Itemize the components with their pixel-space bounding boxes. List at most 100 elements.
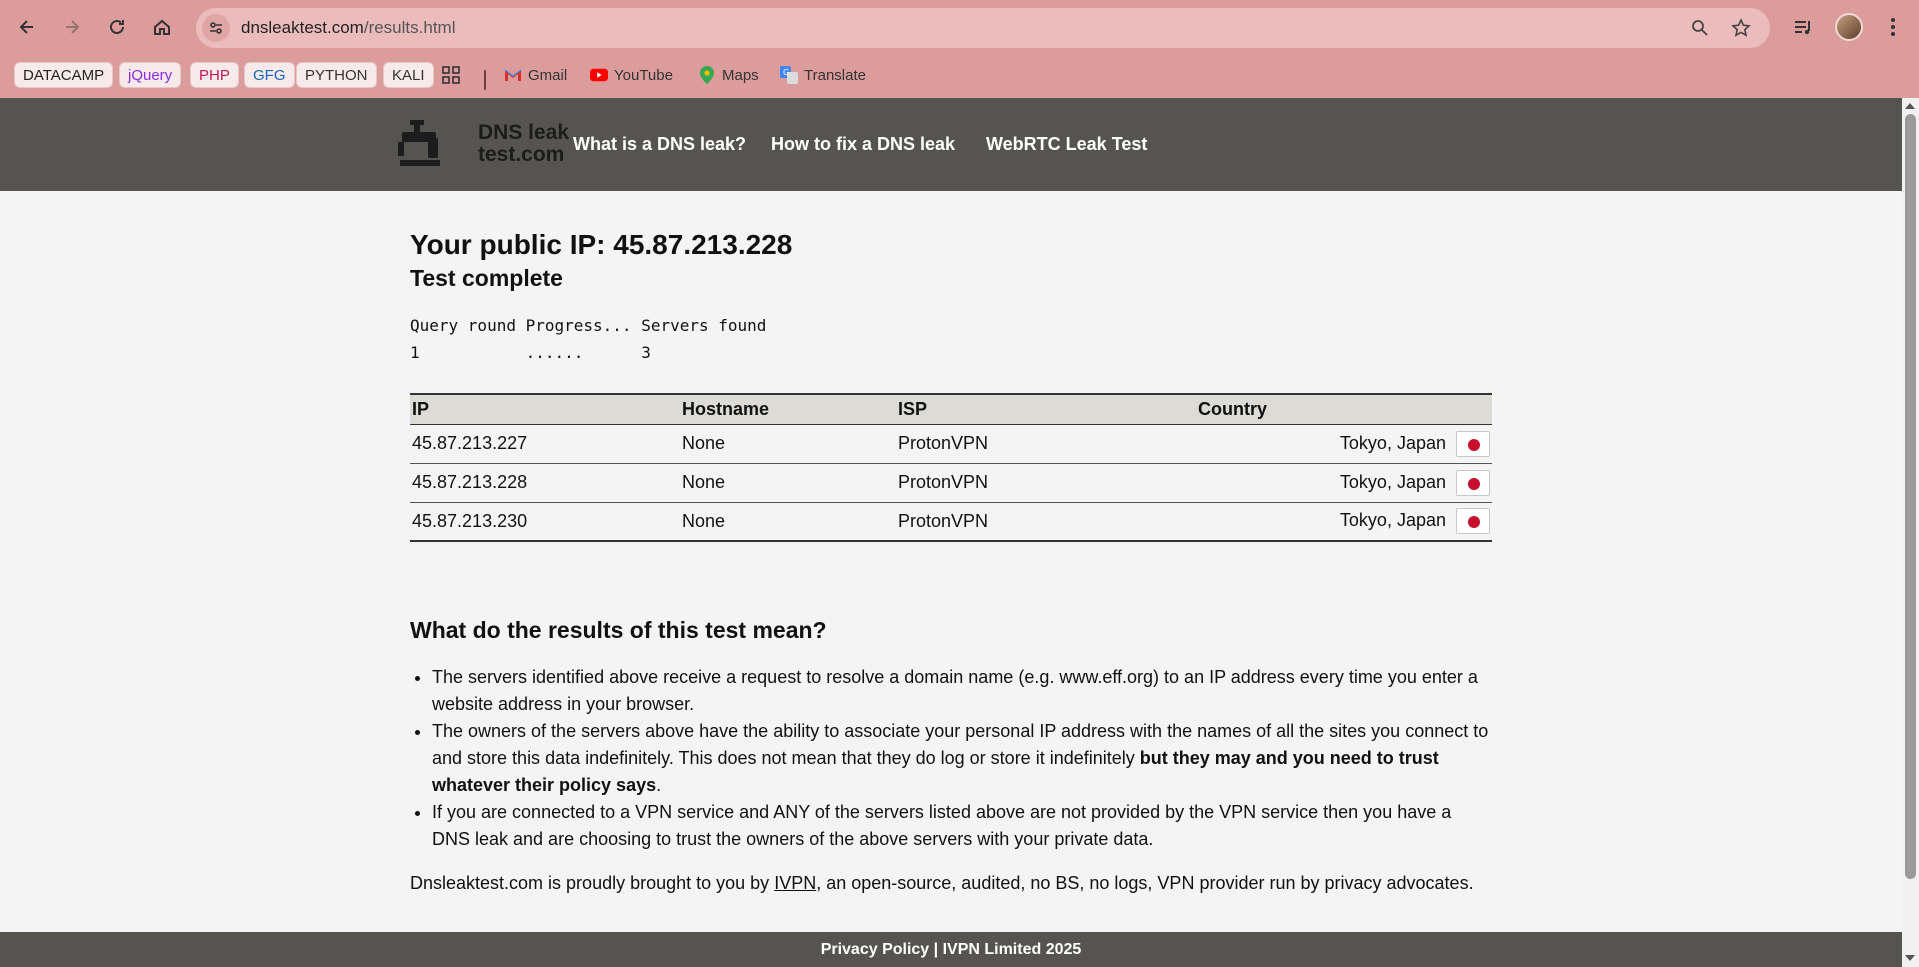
credit-pre: Dnsleaktest.com is proudly brought to yo… xyxy=(410,873,775,893)
site-footer: Privacy Policy | IVPN Limited 2025 xyxy=(0,932,1902,967)
cell-hostname: None xyxy=(680,463,896,503)
explanation-heading: What do the results of this test mean? xyxy=(410,617,827,643)
cell-isp: ProtonVPN xyxy=(896,463,1196,503)
bookmark-label: Maps xyxy=(722,66,759,84)
header-hostname: Hostname xyxy=(680,393,896,425)
bookmark-translate[interactable]: G Translate xyxy=(772,62,874,88)
bookmark-jquery[interactable]: jQuery xyxy=(119,62,182,88)
ivpn-link[interactable]: IVPN xyxy=(774,873,816,893)
public-ip-heading: Your public IP: 45.87.213.228 xyxy=(410,229,793,260)
url-host: dnsleaktest.com xyxy=(241,18,364,37)
bookmark-label: Translate xyxy=(804,66,866,84)
explanation-item: The servers identified above receive a r… xyxy=(432,664,1492,718)
site-header: DNS leak test.com What is a DNS leak? Ho… xyxy=(0,98,1902,191)
site-logo-text[interactable]: DNS leak test.com xyxy=(478,122,569,166)
country-label: Tokyo, Japan xyxy=(1339,471,1446,492)
svg-text:G: G xyxy=(783,68,789,77)
cell-country: Tokyo, Japan xyxy=(1196,463,1492,503)
back-arrow-icon xyxy=(19,20,33,34)
japan-flag-icon xyxy=(1456,508,1490,535)
dns-servers-table: IP Hostname ISP Country 45.87.213.227 No… xyxy=(410,393,1492,542)
home-button[interactable] xyxy=(146,11,178,43)
bookmark-label: GFG xyxy=(253,66,286,84)
scroll-up-icon[interactable] xyxy=(1905,103,1915,109)
home-icon xyxy=(154,19,170,35)
bookmark-kali[interactable]: KALI xyxy=(383,62,434,88)
url-text[interactable]: dnsleaktest.com/results.html xyxy=(241,18,455,38)
credit-line: Dnsleaktest.com is proudly brought to yo… xyxy=(410,873,1474,894)
cell-isp: ProtonVPN xyxy=(896,424,1196,464)
bookmark-separator xyxy=(484,70,486,90)
country-label: Tokyo, Japan xyxy=(1339,510,1446,530)
scrollbar-thumb[interactable] xyxy=(1905,114,1916,879)
test-status-heading: Test complete xyxy=(410,265,563,291)
country-label: Tokyo, Japan xyxy=(1339,432,1446,453)
cell-ip: 45.87.213.227 xyxy=(410,424,680,464)
site-info-icon[interactable] xyxy=(202,14,230,42)
explanation-item: If you are connected to a VPN service an… xyxy=(432,799,1492,853)
japan-flag-icon xyxy=(1456,469,1490,496)
table-row: 45.87.213.228 None ProtonVPN Tokyo, Japa… xyxy=(410,463,1492,503)
zoom-icon[interactable] xyxy=(1688,16,1712,40)
bookmark-youtube[interactable]: YouTube xyxy=(582,62,681,88)
explanation-end: . xyxy=(656,775,662,795)
url-path: /results.html xyxy=(363,18,456,37)
browser-menu-icon[interactable] xyxy=(1877,11,1909,43)
forward-arrow-icon xyxy=(66,20,80,34)
explanation-item: The owners of the servers above have the… xyxy=(432,718,1492,799)
bookmark-label: Gmail xyxy=(528,66,568,84)
cell-country: Tokyo, Japan xyxy=(1196,502,1492,542)
header-ip: IP xyxy=(410,393,680,425)
address-bar[interactable]: dnsleaktest.com/results.html xyxy=(196,8,1770,48)
bookmark-label: PYTHON xyxy=(305,66,368,84)
bookmark-php[interactable]: PHP xyxy=(190,62,239,88)
maps-icon xyxy=(698,66,716,84)
back-button[interactable] xyxy=(11,11,43,43)
credit-post: , an open-source, audited, no BS, no log… xyxy=(816,873,1474,893)
progress-header: Query round Progress... Servers found xyxy=(410,316,767,335)
cell-country: Tokyo, Japan xyxy=(1196,424,1492,464)
gmail-icon xyxy=(504,66,522,84)
cell-hostname: None xyxy=(680,424,896,464)
reload-button[interactable] xyxy=(101,11,133,43)
bookmark-python[interactable]: PYTHON xyxy=(296,62,377,88)
cell-ip: 45.87.213.228 xyxy=(410,463,680,503)
explanation-list: The servers identified above receive a r… xyxy=(432,664,1492,853)
browser-toolbar: dnsleaktest.com/results.html xyxy=(0,0,1919,54)
bookmark-gfg[interactable]: GFG xyxy=(244,62,295,88)
progress-row: 1 ...... 3 xyxy=(410,343,651,362)
japan-flag-icon xyxy=(1456,430,1490,457)
nav-what-is-dns-leak[interactable]: What is a DNS leak? xyxy=(573,134,746,155)
bookmark-label: YouTube xyxy=(614,66,673,84)
nav-how-to-fix[interactable]: How to fix a DNS leak xyxy=(771,134,955,155)
table-header-row: IP Hostname ISP Country xyxy=(410,393,1492,425)
bookmarks-bar: DATACAMP jQuery PHP GFG PYTHON KALI Gmai… xyxy=(0,54,1919,98)
bookmark-gmail[interactable]: Gmail xyxy=(496,62,575,88)
bookmark-label: PHP xyxy=(199,66,230,84)
header-country: Country xyxy=(1196,393,1492,425)
cell-hostname: None xyxy=(680,502,896,542)
bookmark-label: jQuery xyxy=(128,66,173,84)
nav-webrtc-leak-test[interactable]: WebRTC Leak Test xyxy=(986,134,1147,155)
logo-line-2: test.com xyxy=(478,143,565,166)
bookmark-star-icon[interactable] xyxy=(1729,16,1753,40)
scroll-down-icon[interactable] xyxy=(1905,955,1915,961)
table-row: 45.87.213.230 None ProtonVPN Tokyo, Japa… xyxy=(410,502,1492,542)
logo-line-1: DNS leak xyxy=(478,121,570,144)
cell-ip: 45.87.213.230 xyxy=(410,502,680,542)
cell-isp: ProtonVPN xyxy=(896,502,1196,542)
page-scrollbar[interactable] xyxy=(1902,98,1919,967)
youtube-icon xyxy=(590,66,608,84)
apps-grid-icon[interactable] xyxy=(437,62,465,88)
bookmark-datacamp[interactable]: DATACAMP xyxy=(14,62,114,88)
bookmark-maps[interactable]: Maps xyxy=(690,62,767,88)
table-row: 45.87.213.227 None ProtonVPN Tokyo, Japa… xyxy=(410,424,1492,464)
header-isp: ISP xyxy=(896,393,1196,425)
bookmark-label: DATACAMP xyxy=(23,66,105,84)
reload-icon xyxy=(110,19,124,34)
forward-button[interactable] xyxy=(56,11,88,43)
media-controls-icon[interactable] xyxy=(1787,11,1819,43)
translate-icon: G xyxy=(780,66,798,84)
profile-avatar[interactable] xyxy=(1835,13,1863,41)
footer-links[interactable]: Privacy Policy | IVPN Limited 2025 xyxy=(821,941,1082,958)
